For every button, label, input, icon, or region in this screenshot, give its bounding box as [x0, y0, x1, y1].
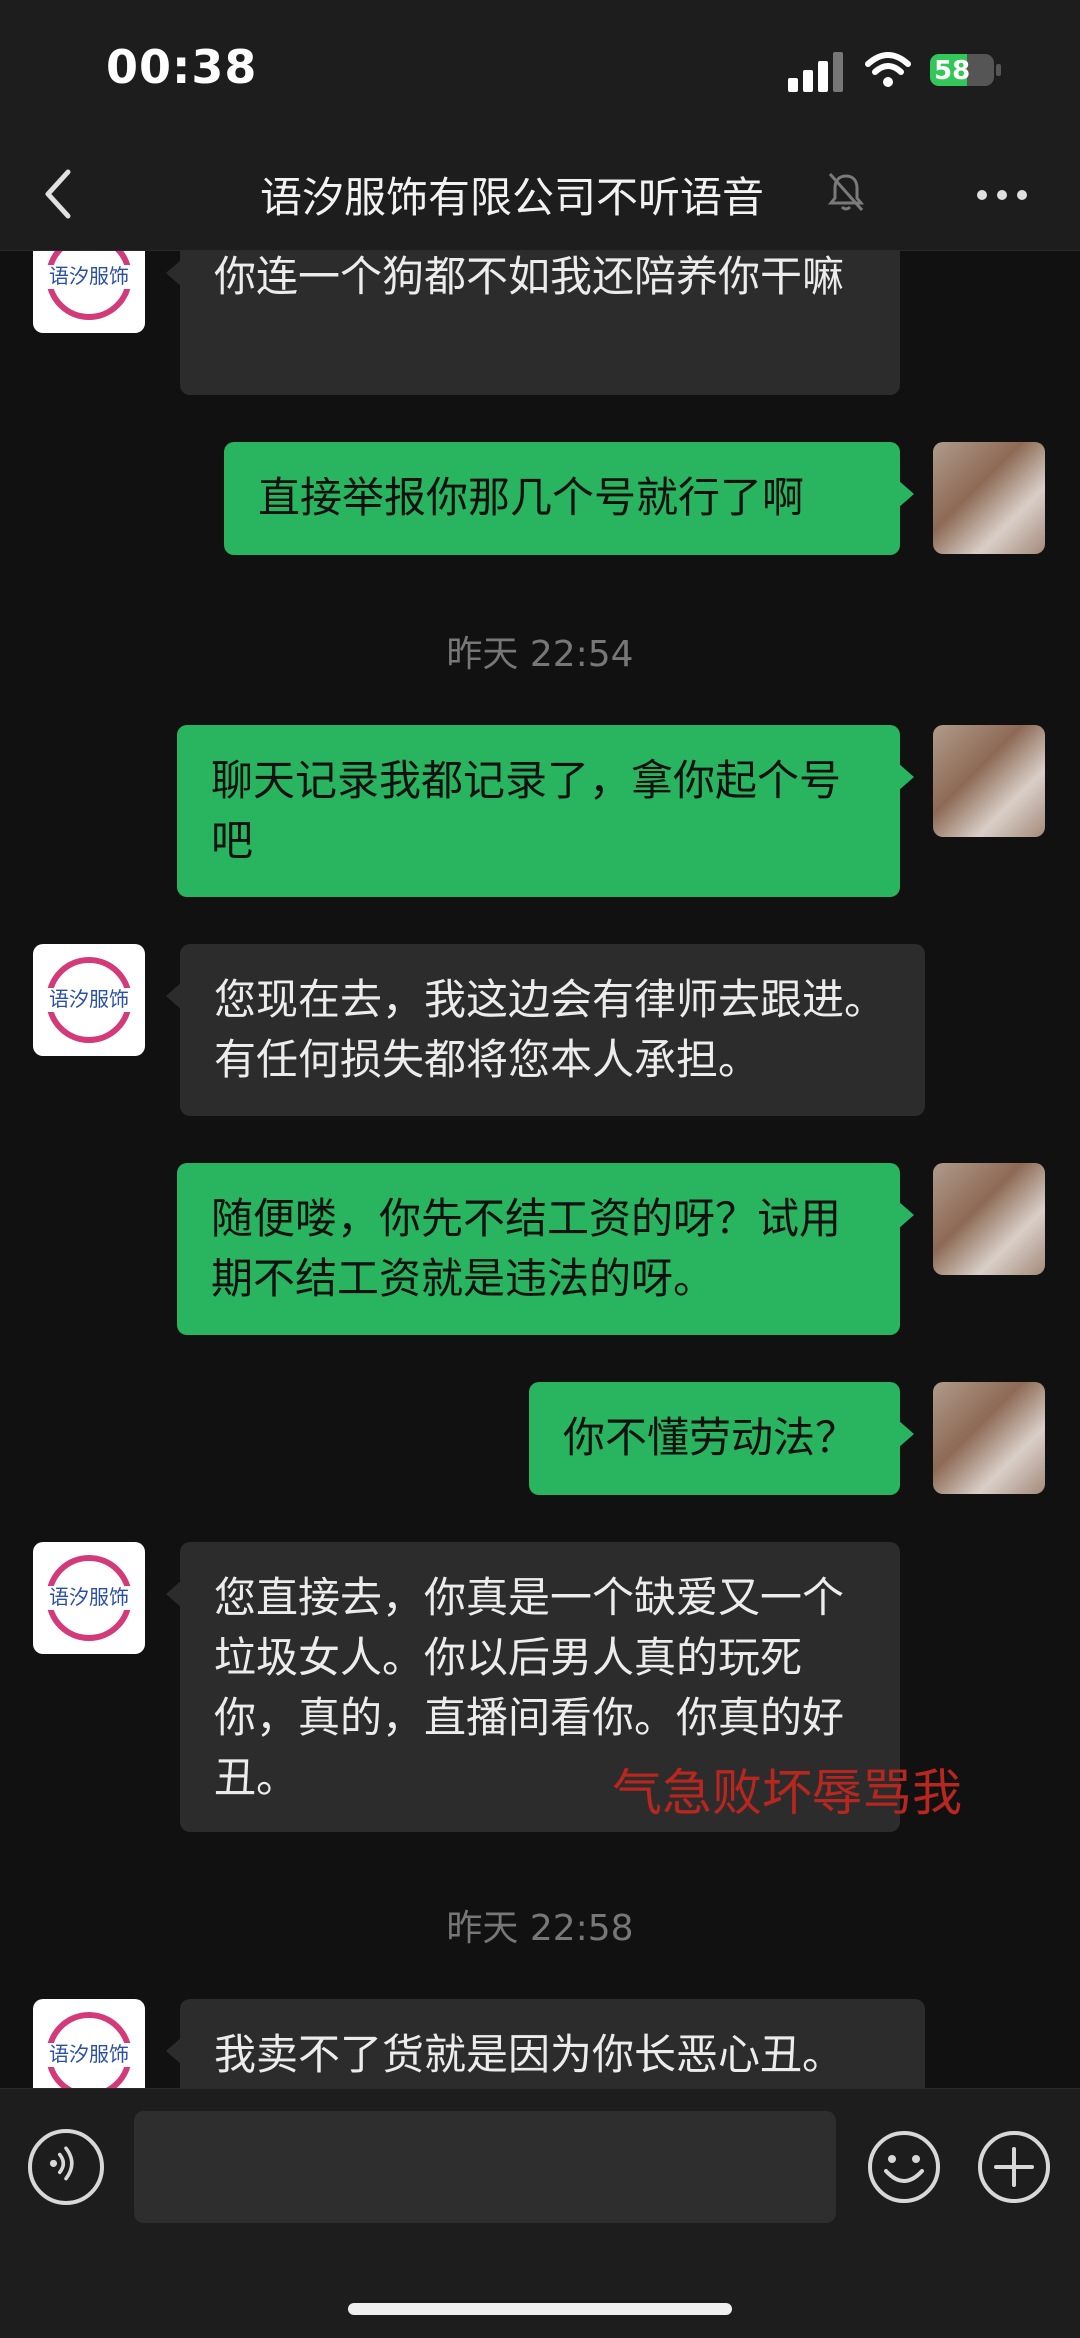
back-icon[interactable]	[38, 164, 78, 224]
timestamp: 昨天 22:58	[446, 1908, 634, 1949]
chat-header: 语汐服饰有限公司不听语音	[0, 140, 1080, 251]
message-list[interactable]: 语汐服饰 你连一个狗都不如我还陪养你干嘛 直接举报你那几个号就行了啊 昨天 22…	[0, 251, 1080, 2088]
status-time: 00:38	[106, 40, 258, 94]
voice-input-button[interactable]	[28, 2129, 104, 2205]
message-bubble-outgoing[interactable]: 直接举报你那几个号就行了啊	[224, 442, 914, 555]
wifi-icon	[865, 52, 911, 87]
message-bubble-outgoing[interactable]: 聊天记录我都记录了，拿你起个号吧	[177, 725, 914, 897]
svg-text:语汐服饰: 语汐服饰	[49, 1585, 129, 1609]
brand-logo-icon: 语汐服饰	[43, 2012, 135, 2088]
message-bubble-incoming[interactable]: 你连一个狗都不如我还陪养你干嘛	[166, 251, 900, 395]
mute-bell-icon	[827, 173, 865, 211]
voice-icon	[49, 2146, 74, 2181]
more-options-icon[interactable]	[972, 180, 1032, 210]
message-bubble-outgoing[interactable]: 你不懂劳动法？	[529, 1382, 914, 1495]
brand-avatar[interactable]: 语汐服饰	[33, 251, 145, 333]
message-text: 你不懂劳动法？	[563, 1413, 858, 1462]
message-text: 随便喽，你先不结工资的呀？试用期不结工资就是违法的呀。	[211, 1194, 842, 1303]
status-bar: 00:38 58	[0, 0, 1080, 140]
user-avatar[interactable]	[933, 442, 1045, 554]
battery-percent: 58	[934, 56, 971, 86]
home-indicator[interactable]	[348, 2303, 732, 2315]
chat-title: 语汐服饰有限公司不听语音	[260, 173, 765, 222]
signal-icon	[788, 52, 843, 92]
message-text: 你连一个狗都不如我还陪养你干嘛	[214, 252, 845, 301]
brand-logo-icon: 语汐服饰	[43, 251, 135, 320]
svg-text:语汐服饰: 语汐服饰	[49, 2042, 129, 2066]
timestamp: 昨天 22:54	[446, 634, 634, 675]
user-avatar[interactable]	[933, 1163, 1045, 1275]
message-bubble-outgoing[interactable]: 随便喽，你先不结工资的呀？试用期不结工资就是违法的呀。	[177, 1163, 914, 1335]
svg-text:语汐服饰: 语汐服饰	[49, 264, 129, 288]
message-text: 我卖不了货就是因为你长恶心丑。	[214, 2030, 845, 2079]
message-text: 聊天记录我都记录了，拿你起个号吧	[211, 756, 842, 865]
user-avatar[interactable]	[933, 725, 1045, 837]
message-bubble-incoming[interactable]: 您现在去，我这边会有律师去跟进。有任何损失都将您本人承担。	[166, 944, 925, 1116]
battery-icon: 58	[930, 50, 1001, 90]
message-input[interactable]	[134, 2111, 836, 2223]
plus-icon[interactable]	[976, 2129, 1052, 2205]
annotation-overlay: 气急败坏辱骂我	[612, 1764, 962, 1822]
svg-text:语汐服饰: 语汐服饰	[49, 987, 129, 1011]
message-bubble-incoming[interactable]: 我卖不了货就是因为你长恶心丑。	[166, 1999, 925, 2088]
message-text: 直接举报你那几个号就行了啊	[258, 473, 805, 522]
message-text: 您现在去，我这边会有律师去跟进。有任何损失都将您本人承担。	[214, 975, 887, 1084]
brand-avatar[interactable]: 语汐服饰	[33, 1999, 145, 2088]
brand-logo-icon: 语汐服饰	[43, 1555, 135, 1641]
user-avatar[interactable]	[933, 1382, 1045, 1494]
emoji-icon[interactable]	[866, 2129, 942, 2205]
input-bar	[0, 2088, 1080, 2338]
brand-avatar[interactable]: 语汐服饰	[33, 1542, 145, 1654]
brand-logo-icon: 语汐服饰	[43, 957, 135, 1043]
brand-avatar[interactable]: 语汐服饰	[33, 944, 145, 1056]
